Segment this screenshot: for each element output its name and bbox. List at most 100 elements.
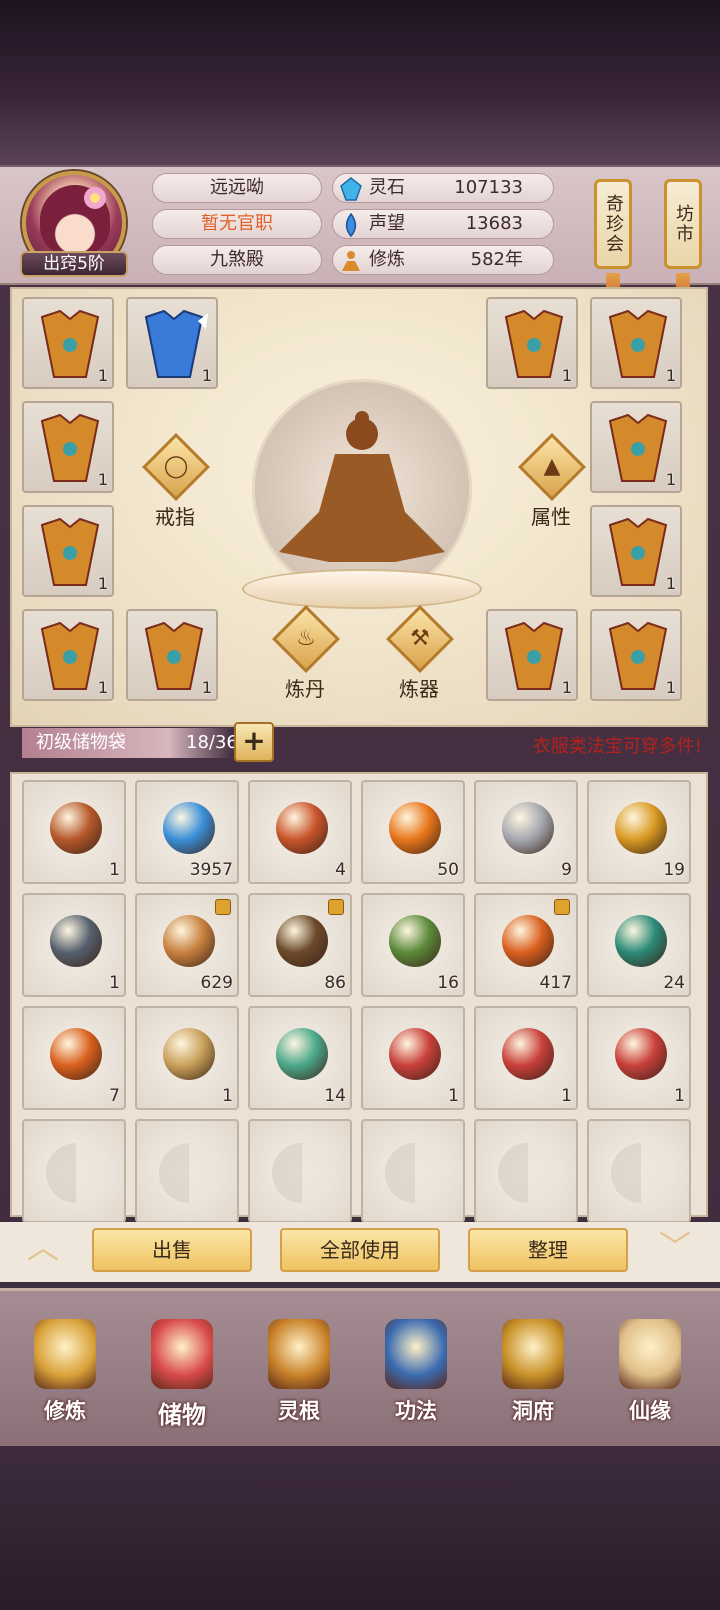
item-count: 1	[97, 574, 108, 593]
armor-icon	[40, 413, 100, 482]
yin-yang-icon	[159, 1143, 219, 1203]
item-count: 1	[97, 678, 108, 697]
resource-label: 灵石	[369, 177, 405, 198]
sell-button[interactable]: 出售	[92, 1228, 252, 1272]
equip-slot[interactable]: 1	[590, 609, 682, 701]
inventory-slot[interactable]: 3957	[135, 780, 239, 884]
market-button[interactable]: 坊市	[664, 179, 702, 269]
resource-value: 107133	[454, 177, 523, 198]
inventory-slot[interactable]: 1	[361, 1006, 465, 1110]
action-bar: ︿ 出售 全部使用 整理 ﹀	[0, 1222, 720, 1282]
meditation-figure	[252, 379, 472, 599]
blue-armor-icon	[144, 309, 208, 378]
jade-gourd-icon	[615, 915, 667, 967]
armor-icon	[608, 413, 668, 482]
silver-ore-icon	[502, 802, 554, 854]
inventory-slot[interactable]: 9	[474, 780, 578, 884]
armor-icon	[40, 621, 100, 690]
inventory-slot[interactable]: 417	[474, 893, 578, 997]
nav-item[interactable]: 功法	[361, 1311, 471, 1431]
equip-slot[interactable]: 1	[590, 401, 682, 493]
scroll-down-icon[interactable]: ﹀	[652, 1231, 698, 1263]
attribute-button[interactable]: ▲ 属性	[506, 433, 596, 539]
yin-yang-icon	[272, 1143, 332, 1203]
inventory-slot[interactable]: 1	[474, 1006, 578, 1110]
equip-slot[interactable]: 1	[22, 609, 114, 701]
scroll-icon	[389, 1028, 441, 1080]
herb-root-icon	[276, 915, 328, 967]
nav-item[interactable]: 洞府	[478, 1311, 588, 1431]
equip-slot[interactable]: 1	[486, 297, 578, 389]
expand-bag-button[interactable]: +	[234, 722, 274, 762]
inventory-slot[interactable]: 1	[22, 780, 126, 884]
inventory-slot[interactable]: 1	[587, 1006, 691, 1110]
ring-icon: ◯	[163, 454, 189, 479]
empty-inventory-slot[interactable]	[474, 1119, 578, 1223]
orange-orb-icon	[389, 802, 441, 854]
item-count: 1	[561, 366, 572, 385]
item-count: 1	[109, 973, 120, 993]
equip-slot[interactable]: 1	[590, 297, 682, 389]
inventory-slot[interactable]: 86	[248, 893, 352, 997]
item-count: 1	[201, 366, 212, 385]
equip-slot[interactable]: 1	[22, 401, 114, 493]
equip-slot[interactable]: 1	[22, 505, 114, 597]
item-count: 1	[665, 678, 676, 697]
armor-icon	[608, 309, 668, 378]
nav-item[interactable]: 仙缘	[595, 1311, 705, 1431]
yin-yang-icon	[46, 1143, 106, 1203]
ring-button[interactable]: ◯ 戒指	[130, 433, 220, 539]
organize-button[interactable]: 整理	[468, 1228, 628, 1272]
empty-inventory-slot[interactable]	[587, 1119, 691, 1223]
inventory-slot[interactable]: 19	[587, 780, 691, 884]
inventory-slot[interactable]: 4	[248, 780, 352, 884]
inventory-slot[interactable]: 16	[361, 893, 465, 997]
item-count: 16	[437, 973, 459, 993]
inventory-slot[interactable]: 1	[135, 1006, 239, 1110]
alchemy-button[interactable]: ♨ 炼丹	[260, 605, 350, 711]
inventory-slot[interactable]: 629	[135, 893, 239, 997]
item-count: 1	[665, 470, 676, 489]
inventory-slot[interactable]: 1	[22, 893, 126, 997]
treasure-fair-button[interactable]: 奇珍会	[594, 179, 632, 269]
item-count: 1	[674, 1086, 685, 1106]
empty-inventory-slot[interactable]	[22, 1119, 126, 1223]
cave-dwelling-icon	[502, 1319, 564, 1389]
iron-ore-icon	[50, 915, 102, 967]
item-count: 1	[109, 860, 120, 880]
equip-slot[interactable]: 1	[126, 609, 218, 701]
equip-slot[interactable]: 1	[22, 297, 114, 389]
use-all-button[interactable]: 全部使用	[280, 1228, 440, 1272]
inventory-grid: 1 3957 4 50 9 19 1 629 86 16 417 24 7 1 14 1 1 1	[10, 772, 708, 1223]
item-count: 1	[201, 678, 212, 697]
lock-icon	[554, 899, 570, 915]
armor-icon	[608, 517, 668, 586]
equip-slot[interactable]: 1	[486, 609, 578, 701]
inventory-slot[interactable]: 24	[587, 893, 691, 997]
blue-crystal-icon	[163, 802, 215, 854]
nav-item[interactable]: 修炼	[10, 1311, 120, 1431]
nav-item[interactable]: 灵根	[244, 1311, 354, 1431]
cultivation-icon	[339, 249, 363, 273]
equipment-panel: 1 1 1 1 1 1 1 1 1 1 1 1 ◯ 戒指 ▲ 属性 ♨ 炼丹 ⚒…	[10, 287, 708, 727]
rank-badge: 出窍5阶	[20, 251, 128, 277]
inventory-slot[interactable]: 7	[22, 1006, 126, 1110]
equip-slot[interactable]: 1	[126, 297, 218, 389]
flower-herb-icon	[389, 915, 441, 967]
forge-label: 炼器	[399, 677, 439, 701]
inventory-slot[interactable]: 50	[361, 780, 465, 884]
scroll-up-icon[interactable]: ︿	[20, 1231, 66, 1263]
empty-inventory-slot[interactable]	[135, 1119, 239, 1223]
nav-item[interactable]: 储物	[127, 1311, 237, 1431]
nav-label: 功法	[395, 1399, 437, 1423]
forge-button[interactable]: ⚒ 炼器	[374, 605, 464, 711]
scroll-icon	[502, 1028, 554, 1080]
cauldron-icon: ♨	[296, 626, 316, 651]
cultivation-nav-icon	[34, 1319, 96, 1389]
inventory-slot[interactable]: 14	[248, 1006, 352, 1110]
item-count: 417	[539, 973, 572, 993]
empty-inventory-slot[interactable]	[361, 1119, 465, 1223]
item-count: 24	[663, 973, 685, 993]
empty-inventory-slot[interactable]	[248, 1119, 352, 1223]
equip-slot[interactable]: 1	[590, 505, 682, 597]
